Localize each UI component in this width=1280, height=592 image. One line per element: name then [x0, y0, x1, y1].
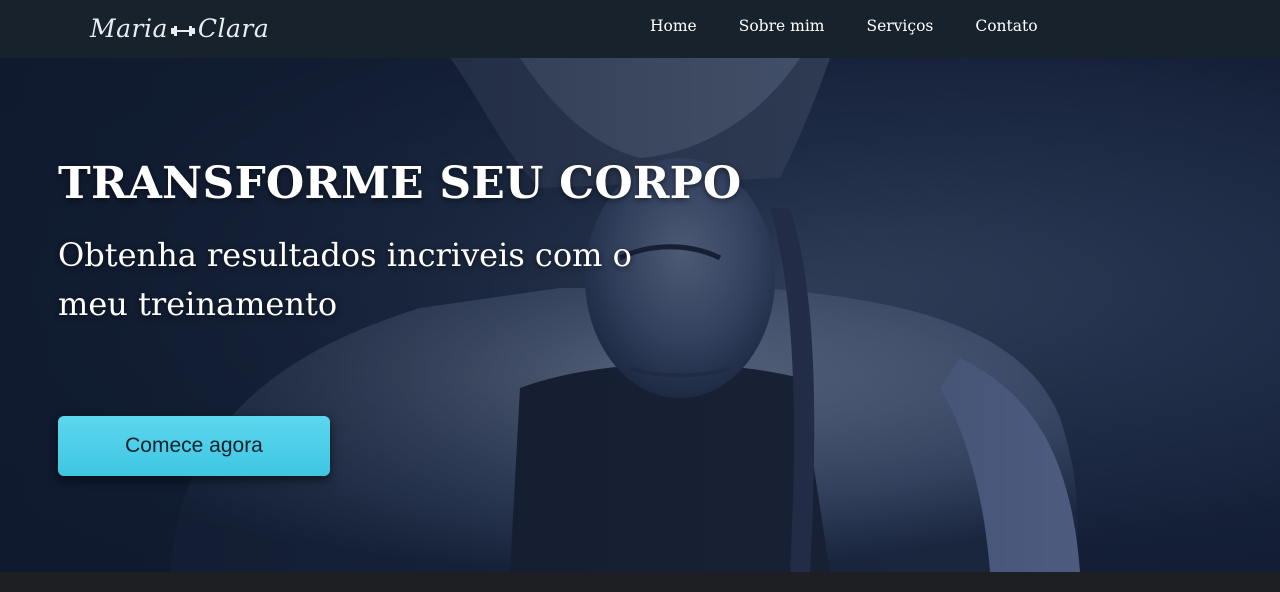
- hero-title: TRANSFORME SEU CORPO: [58, 158, 742, 209]
- logo-text-first: Maria: [90, 13, 168, 43]
- logo-text-second: Clara: [197, 13, 270, 43]
- brand-logo[interactable]: Maria Clara: [90, 10, 269, 46]
- hero-section: TRANSFORME SEU CORPO Obtenha resultados …: [0, 58, 1280, 572]
- main-nav: Home Sobre mim Serviços Contato: [650, 17, 1080, 35]
- nav-link-home[interactable]: Home: [650, 17, 697, 35]
- dumbbell-icon: [170, 14, 196, 43]
- start-now-button[interactable]: Comece agora: [58, 416, 330, 476]
- bottom-strip: [0, 572, 1280, 592]
- nav-link-contact[interactable]: Contato: [975, 17, 1037, 35]
- navbar: Maria Clara Home Sobre mim Serviços Cont…: [0, 0, 1280, 58]
- hero-content: TRANSFORME SEU CORPO Obtenha resultados …: [58, 158, 741, 329]
- nav-link-services[interactable]: Serviços: [866, 17, 933, 35]
- nav-link-about[interactable]: Sobre mim: [739, 17, 825, 35]
- hero-subtitle: Obtenha resultados incriveis com o meu t…: [58, 236, 632, 323]
